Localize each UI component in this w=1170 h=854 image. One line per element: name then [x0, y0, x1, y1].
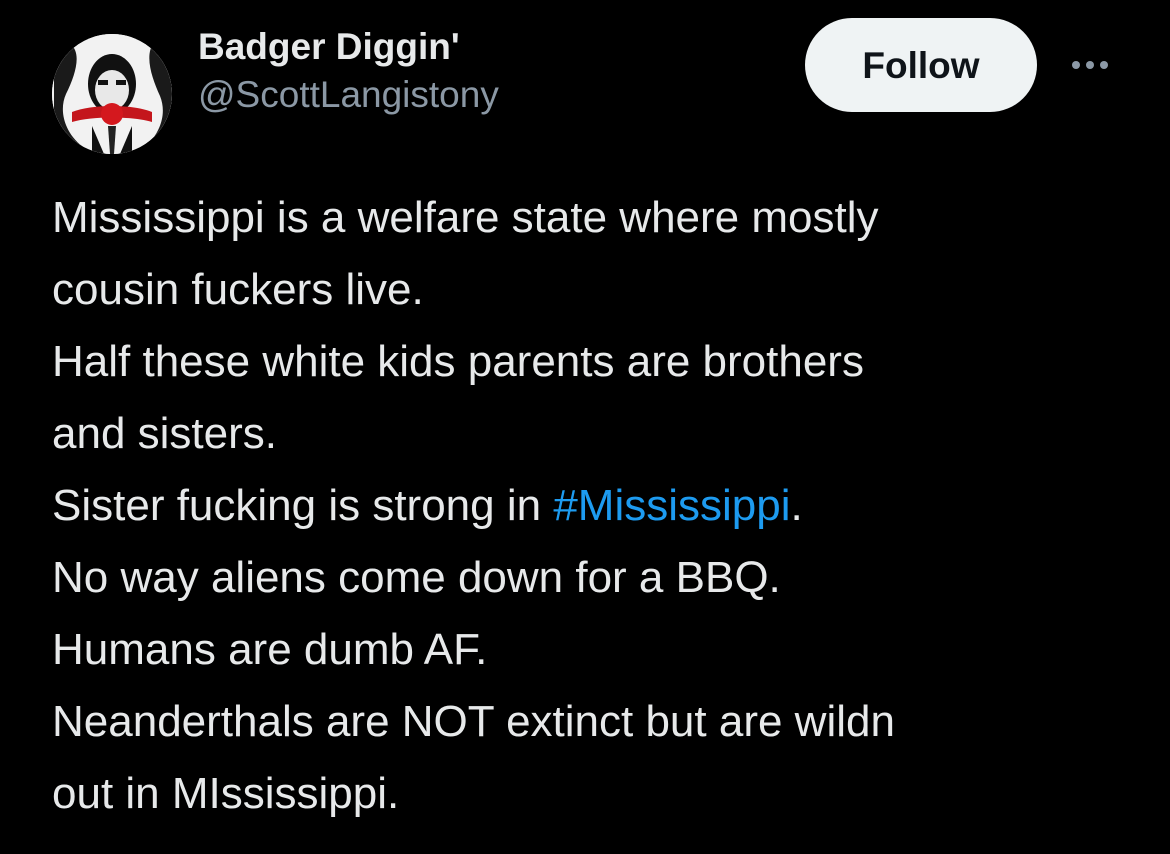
user-handle[interactable]: @ScottLangistony — [198, 70, 499, 120]
tweet-line: Humans are dumb AF. — [52, 625, 488, 674]
dot — [1100, 61, 1108, 69]
tweet-text-segment: Sister fucking is strong in — [52, 481, 554, 530]
tweet-line: and sisters. — [52, 409, 277, 458]
more-dots-icon[interactable] — [1060, 50, 1120, 80]
tweet-line: Half these white kids parents are brothe… — [52, 337, 864, 386]
display-name[interactable]: Badger Diggin' — [198, 24, 499, 70]
dot — [1072, 61, 1080, 69]
follow-button[interactable]: Follow — [805, 18, 1037, 112]
avatar-image — [52, 34, 172, 154]
tweet-line: Neanderthals are NOT extinct but are wil… — [52, 697, 895, 746]
tweet-line: No way aliens come down for a BBQ. — [52, 553, 781, 602]
tweet-text: Mississippi is a welfare state where mos… — [52, 182, 1132, 830]
tweet-header: Badger Diggin' @ScottLangistony Follow — [52, 18, 1122, 154]
tweet-line: Mississippi is a welfare state where mos… — [52, 193, 879, 242]
tweet-line: cousin fuckers live. — [52, 265, 424, 314]
avatar[interactable] — [52, 34, 172, 154]
tweet-line: Sister fucking is strong in #Mississippi… — [52, 470, 1132, 542]
dot — [1086, 61, 1094, 69]
author-names: Badger Diggin' @ScottLangistony — [198, 24, 499, 120]
tweet-text-segment: . — [790, 481, 803, 530]
tweet-line: out in MIssissippi. — [52, 769, 400, 818]
hashtag-link[interactable]: #Mississippi — [553, 481, 790, 530]
